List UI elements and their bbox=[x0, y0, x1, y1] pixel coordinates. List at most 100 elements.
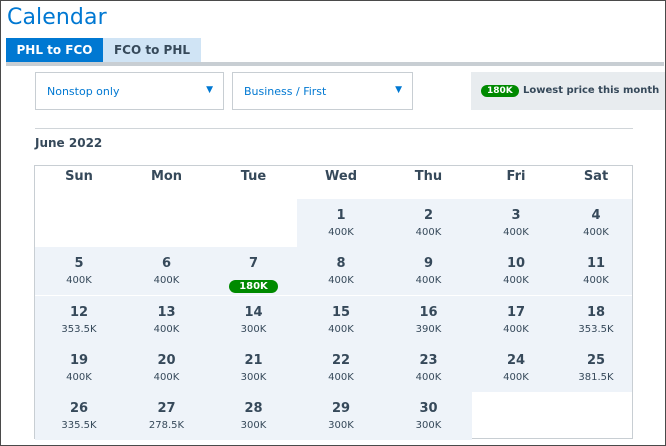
day-price: 400K bbox=[328, 372, 354, 383]
day-number: 14 bbox=[244, 305, 263, 320]
day-number: 7 bbox=[248, 256, 259, 271]
calendar-day-cell[interactable]: 7 180K bbox=[210, 247, 297, 295]
cabin-select[interactable]: Business / First ▼ bbox=[232, 72, 413, 110]
day-price: 400K bbox=[328, 227, 354, 238]
weekday-header: Fri bbox=[506, 169, 526, 184]
calendar-day-cell[interactable]: 30 300K bbox=[385, 392, 472, 440]
day-number: 21 bbox=[244, 353, 263, 368]
month-label: June 2022 bbox=[35, 136, 103, 150]
lowest-price-badge: 180K bbox=[229, 280, 278, 293]
section-divider bbox=[35, 128, 633, 129]
day-number: 19 bbox=[69, 353, 89, 368]
calendar-day-cell[interactable]: 17 400K bbox=[472, 296, 560, 344]
day-price: 400K bbox=[328, 324, 354, 335]
calendar-day-cell[interactable]: 11 400K bbox=[560, 247, 632, 295]
day-price: 335.5K bbox=[61, 420, 97, 431]
day-price: 400K bbox=[66, 275, 92, 286]
day-number: 2 bbox=[423, 208, 434, 223]
calendar-day-cell[interactable]: 10 400K bbox=[472, 247, 560, 295]
calendar-day-cell[interactable]: 12 353.5K bbox=[35, 296, 123, 344]
stops-select-value: Nonstop only bbox=[47, 85, 120, 98]
calendar-day-cell[interactable]: 29 300K bbox=[297, 392, 385, 440]
calendar-day-cell[interactable]: 1 400K bbox=[297, 199, 385, 247]
day-price: 390K bbox=[415, 324, 442, 335]
calendar-day-cell[interactable]: 21 300K bbox=[210, 344, 297, 392]
calendar-day-cell[interactable]: 3 400K bbox=[472, 199, 560, 247]
calendar-day-cell[interactable]: 9 400K bbox=[385, 247, 472, 295]
day-number: 16 bbox=[419, 305, 438, 320]
day-price: 400K bbox=[415, 372, 442, 383]
day-number: 1 bbox=[336, 208, 346, 223]
page-title: Calendar bbox=[7, 5, 107, 30]
weekday-header: Sat bbox=[583, 169, 609, 184]
day-price: 400K bbox=[503, 275, 529, 286]
calendar-day-cell[interactable]: 6 400K bbox=[123, 247, 210, 295]
calendar-day-cell[interactable]: 16 390K bbox=[385, 296, 472, 344]
lowest-price-legend-text: Lowest price this month bbox=[523, 85, 660, 96]
calendar-day-cell[interactable]: 19 400K bbox=[35, 344, 123, 392]
weekday-header: Sun bbox=[65, 169, 93, 184]
day-number: 11 bbox=[586, 256, 606, 271]
day-number: 6 bbox=[161, 256, 172, 271]
day-price: 300K bbox=[415, 420, 442, 431]
calendar-day-cell[interactable]: 27 278.5K bbox=[123, 392, 210, 440]
calendar-day-cell[interactable]: 5 400K bbox=[35, 247, 123, 295]
day-number: 26 bbox=[69, 401, 89, 416]
lowest-price-badge: 180K bbox=[481, 85, 519, 97]
calendar-day-cell[interactable]: 8 400K bbox=[297, 247, 385, 295]
weekday-header: Tue bbox=[240, 169, 267, 184]
tabs-underline bbox=[6, 62, 664, 66]
tab-phl-to-fco[interactable]: PHL to FCO bbox=[6, 38, 103, 62]
day-number: 20 bbox=[157, 353, 176, 368]
day-number: 3 bbox=[511, 208, 521, 223]
day-price: 300K bbox=[328, 420, 354, 431]
calendar-day-cell[interactable]: 28 300K bbox=[210, 392, 297, 440]
calendar-day-cell[interactable]: 25 381.5K bbox=[560, 344, 632, 392]
day-number: 18 bbox=[586, 305, 606, 320]
calendar-day-cell[interactable]: 15 400K bbox=[297, 296, 385, 344]
caret-down-icon: ▼ bbox=[206, 85, 213, 95]
day-price: 400K bbox=[153, 324, 180, 335]
day-price: 300K bbox=[240, 420, 267, 431]
calendar-day-cell[interactable]: 4 400K bbox=[560, 199, 632, 247]
calendar-day-cell[interactable]: 14 300K bbox=[210, 296, 297, 344]
calendar-day-cell[interactable]: 20 400K bbox=[123, 344, 210, 392]
day-number: 4 bbox=[591, 208, 601, 223]
day-number: 29 bbox=[331, 401, 351, 416]
day-number: 22 bbox=[331, 353, 351, 368]
calendar-day-cell[interactable]: 26 335.5K bbox=[35, 392, 123, 440]
calendar-day-cell[interactable]: 24 400K bbox=[472, 344, 560, 392]
day-number: 8 bbox=[336, 256, 346, 271]
day-number: 10 bbox=[506, 256, 526, 271]
cabin-select-value: Business / First bbox=[244, 85, 327, 98]
day-number: 27 bbox=[157, 401, 176, 416]
day-price: 353.5K bbox=[61, 324, 97, 335]
calendar-day-cell[interactable]: 13 400K bbox=[123, 296, 210, 344]
calendar-day-cell[interactable]: 18 353.5K bbox=[560, 296, 632, 344]
weekday-header: Wed bbox=[325, 169, 357, 184]
day-price: 400K bbox=[66, 372, 92, 383]
day-number: 17 bbox=[506, 305, 526, 320]
stops-select[interactable]: Nonstop only ▼ bbox=[35, 72, 224, 110]
calendar-day-cell[interactable]: 2 400K bbox=[385, 199, 472, 247]
calendar-day-cell[interactable]: 22 400K bbox=[297, 344, 385, 392]
day-price: 353.5K bbox=[578, 324, 614, 335]
direction-tabs: PHL to FCO FCO to PHL bbox=[6, 38, 201, 62]
day-price: 400K bbox=[583, 227, 609, 238]
day-number: 23 bbox=[419, 353, 438, 368]
day-number: 28 bbox=[244, 401, 263, 416]
calendar-grid: Sun Mon Tue Wed Thu Fri Sat 1 400K 2 400K 3 400K 4 400… bbox=[34, 165, 633, 440]
calendar-day-cell[interactable]: 23 400K bbox=[385, 344, 472, 392]
lowest-price-wrap: 180K bbox=[210, 274, 297, 293]
caret-down-icon: ▼ bbox=[395, 85, 402, 95]
day-price: 400K bbox=[415, 227, 442, 238]
day-number: 25 bbox=[586, 353, 606, 368]
day-price: 400K bbox=[503, 227, 529, 238]
day-price: 381.5K bbox=[578, 372, 614, 383]
day-price: 300K bbox=[240, 324, 267, 335]
day-number: 13 bbox=[157, 305, 176, 320]
tab-fco-to-phl[interactable]: FCO to PHL bbox=[103, 38, 201, 62]
day-price: 400K bbox=[415, 275, 442, 286]
day-price: 400K bbox=[153, 372, 180, 383]
day-number: 30 bbox=[419, 401, 438, 416]
